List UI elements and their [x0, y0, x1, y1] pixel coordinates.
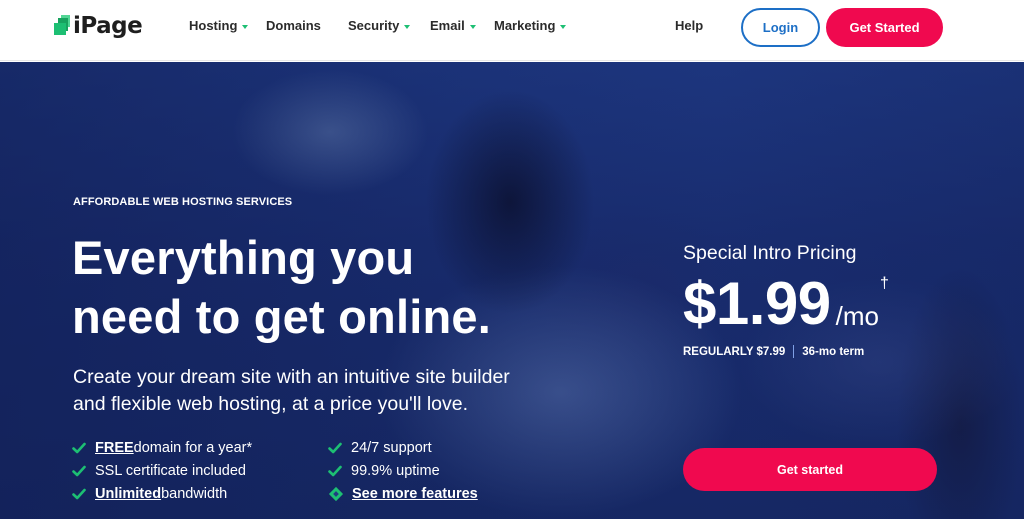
chevron-down-icon: [242, 24, 249, 29]
login-button[interactable]: Login: [741, 8, 820, 47]
feature-text: SSL certificate included: [95, 463, 246, 479]
nav-label: Security: [348, 18, 400, 33]
check-icon: [72, 488, 86, 500]
nav-label: Marketing: [494, 18, 556, 33]
logo-text: iPage: [73, 13, 143, 39]
headline-line-1: Everything you: [72, 231, 415, 284]
nav-label: Email: [430, 18, 465, 33]
pricing-block: Special Intro Pricing $1.99 /mo † REGULA…: [683, 242, 943, 491]
feature-text: bandwidth: [161, 486, 228, 502]
site-header: iPage Hosting Domains Security Email Mar…: [0, 0, 1024, 61]
subhead-line-2: and flexible web hosting, at a price you…: [73, 393, 469, 415]
headline-line-2: need to get online.: [72, 290, 491, 343]
pricing-label: Special Intro Pricing: [683, 242, 857, 264]
nav-security[interactable]: Security: [348, 18, 411, 33]
hero-subhead: Create your dream site with an intuitive…: [73, 364, 633, 418]
price-period: /mo: [835, 301, 879, 331]
feature-text: domain for a year*: [133, 440, 253, 456]
ipage-logo-icon: [52, 15, 72, 37]
ipage-logo[interactable]: iPage: [52, 11, 143, 41]
nav-help[interactable]: Help: [675, 18, 703, 33]
price-footnote-mark: †: [880, 275, 889, 292]
hero-section: AFFORDABLE WEB HOSTING SERVICES Everythi…: [0, 62, 1024, 519]
feature-text: 99.9% uptime: [351, 463, 440, 479]
nav-domains[interactable]: Domains: [266, 18, 321, 33]
regular-price: REGULARLY $7.99: [683, 345, 786, 358]
subhead-line-1: Create your dream site with an intuitive…: [73, 366, 510, 388]
feature-strong: FREE: [95, 440, 134, 456]
check-icon: [328, 465, 342, 477]
feature-item: 99.9% uptime: [328, 463, 440, 479]
feature-item: Unlimited bandwidth: [72, 486, 227, 502]
nav-label: Domains: [266, 18, 321, 33]
chevron-down-icon: [404, 24, 411, 29]
hero-headline: Everything you need to get online.: [72, 228, 592, 346]
chevron-down-icon: [469, 24, 476, 29]
feature-item: 24/7 support: [328, 440, 432, 456]
nav-hosting[interactable]: Hosting: [189, 18, 249, 33]
nav-label: Hosting: [189, 18, 238, 33]
diamond-icon: [328, 486, 344, 502]
chevron-down-icon: [560, 24, 567, 29]
term-length: 36-mo term: [802, 345, 865, 358]
check-icon: [328, 442, 342, 454]
check-icon: [72, 465, 86, 477]
price-row: $1.99 /mo †: [683, 273, 943, 335]
see-more-label: See more features: [352, 486, 478, 502]
divider: [793, 345, 795, 358]
feature-item: SSL certificate included: [72, 463, 246, 479]
regular-price-row: REGULARLY $7.99 36-mo term: [683, 345, 943, 358]
nav-label: Help: [675, 18, 704, 33]
see-more-features-link[interactable]: See more features: [328, 486, 478, 502]
hero-eyebrow: AFFORDABLE WEB HOSTING SERVICES: [73, 196, 293, 208]
nav-marketing[interactable]: Marketing: [494, 18, 567, 33]
feature-text: 24/7 support: [351, 440, 432, 456]
get-started-header-button[interactable]: Get Started: [826, 8, 943, 47]
feature-strong: Unlimited: [95, 486, 162, 502]
feature-item: FREE domain for a year*: [72, 440, 252, 456]
nav-email[interactable]: Email: [430, 18, 476, 33]
price-value: $1.99: [683, 270, 831, 337]
check-icon: [72, 442, 86, 454]
get-started-cta-button[interactable]: Get started: [683, 448, 937, 491]
